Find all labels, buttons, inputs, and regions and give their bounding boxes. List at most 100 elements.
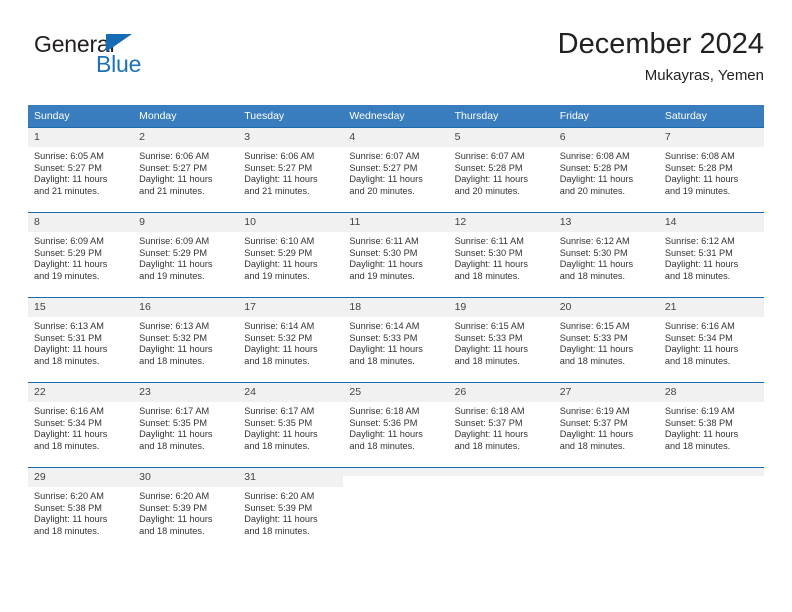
- calendar-day-cell[interactable]: 6 Sunrise: 6:08 AM Sunset: 5:28 PM Daylight…: [553, 127, 659, 213]
- day-details: Sunrise: 6:08 AM Sunset: 5:28 PM Daylight:…: [554, 147, 659, 197]
- daylight-duration-line2: and 19 minutes.: [664, 185, 731, 196]
- calendar-day-cell[interactable]: 29 Sunrise: 6:20 AM Sunset: 5:38 PM Dayligh…: [28, 467, 134, 552]
- day-details: [659, 476, 764, 480]
- sunrise-time: Sunrise: 6:14 AM: [244, 321, 315, 331]
- sunrise-time: Sunrise: 6:19 AM: [664, 406, 735, 416]
- calendar-week-row: 8 Sunrise: 6:09 AM Sunset: 5:29 PM Daylight…: [28, 212, 764, 298]
- calendar-day-cell[interactable]: 24 Sunrise: 6:17 AM Sunset: 5:35 PM Dayligh…: [238, 382, 344, 468]
- daylight-duration-line1: Daylight: 11 hours: [559, 174, 634, 185]
- daylight-duration-line1: Daylight: 11 hours: [454, 429, 528, 440]
- day-number: 20: [553, 298, 659, 317]
- day-details: Sunrise: 6:05 AM Sunset: 5:27 PM Daylight:…: [28, 147, 133, 197]
- daylight-duration-line2: and 18 minutes.: [139, 355, 205, 366]
- daylight-duration-line1: Daylight: 11 hours: [34, 259, 108, 270]
- calendar-day-cell[interactable]: 1 Sunrise: 6:05 AM Sunset: 5:27 PM Daylight…: [28, 127, 134, 213]
- day-details: Sunrise: 6:20 AM Sunset: 5:38 PM Daylight:…: [28, 487, 133, 537]
- calendar-day-cell[interactable]: 27 Sunrise: 6:19 AM Sunset: 5:37 PM Dayligh…: [553, 382, 659, 468]
- calendar-day-cell[interactable]: 9 Sunrise: 6:09 AM Sunset: 5:29 PM Daylight…: [133, 212, 239, 298]
- weekday-header-monday: Monday: [133, 105, 239, 128]
- calendar-day-cell[interactable]: 7 Sunrise: 6:08 AM Sunset: 5:28 PM Daylight…: [658, 127, 764, 213]
- sunrise-time: Sunrise: 6:20 AM: [139, 491, 210, 501]
- calendar-day-cell-empty: [658, 467, 764, 552]
- sunset-time: Sunset: 5:39 PM: [244, 502, 313, 513]
- day-details: Sunrise: 6:09 AM Sunset: 5:29 PM Daylight:…: [28, 232, 133, 282]
- calendar-day-cell[interactable]: 3 Sunrise: 6:06 AM Sunset: 5:27 PM Daylight…: [238, 127, 344, 213]
- sunset-time: Sunset: 5:36 PM: [349, 417, 418, 428]
- day-number: 31: [238, 468, 344, 487]
- calendar-day-cell[interactable]: 25 Sunrise: 6:18 AM Sunset: 5:36 PM Dayligh…: [343, 382, 449, 468]
- calendar-day-cell[interactable]: 31 Sunrise: 6:20 AM Sunset: 5:39 PM Dayligh…: [238, 467, 344, 552]
- sunrise-time: Sunrise: 6:14 AM: [349, 321, 420, 331]
- daylight-duration-line2: and 21 minutes.: [139, 185, 205, 196]
- day-number: 16: [133, 298, 239, 317]
- day-details: Sunrise: 6:10 AM Sunset: 5:29 PM Daylight:…: [238, 232, 343, 282]
- calendar-day-cell[interactable]: 28 Sunrise: 6:19 AM Sunset: 5:38 PM Dayligh…: [658, 382, 764, 468]
- calendar-day-cell[interactable]: 8 Sunrise: 6:09 AM Sunset: 5:29 PM Daylight…: [28, 212, 134, 298]
- daylight-duration-line1: Daylight: 11 hours: [244, 174, 318, 185]
- calendar-day-cell[interactable]: 11 Sunrise: 6:11 AM Sunset: 5:30 PM Dayligh…: [343, 212, 449, 298]
- day-details: Sunrise: 6:11 AM Sunset: 5:30 PM Daylight:…: [343, 232, 448, 282]
- daylight-duration-line1: Daylight: 11 hours: [139, 514, 213, 525]
- calendar-day-cell[interactable]: 20 Sunrise: 6:15 AM Sunset: 5:33 PM Dayligh…: [553, 297, 659, 383]
- day-number: 7: [658, 128, 764, 147]
- calendar-day-cell[interactable]: 30 Sunrise: 6:20 AM Sunset: 5:39 PM Dayligh…: [133, 467, 239, 552]
- daylight-duration-line2: and 18 minutes.: [34, 440, 100, 451]
- sunset-time: Sunset: 5:37 PM: [454, 417, 523, 428]
- sunset-time: Sunset: 5:37 PM: [559, 417, 628, 428]
- sunset-time: Sunset: 5:27 PM: [244, 162, 313, 173]
- sunrise-time: Sunrise: 6:15 AM: [559, 321, 630, 331]
- calendar-day-cell[interactable]: 18 Sunrise: 6:14 AM Sunset: 5:33 PM Dayligh…: [343, 297, 449, 383]
- daylight-duration-line1: Daylight: 11 hours: [664, 429, 739, 440]
- calendar-day-cell[interactable]: 2 Sunrise: 6:06 AM Sunset: 5:27 PM Daylight…: [133, 127, 239, 213]
- daylight-duration-line1: Daylight: 11 hours: [139, 259, 213, 270]
- calendar-day-cell[interactable]: 12 Sunrise: 6:11 AM Sunset: 5:30 PM Dayligh…: [448, 212, 554, 298]
- sunrise-time: Sunrise: 6:12 AM: [559, 236, 630, 246]
- calendar-day-cell[interactable]: 19 Sunrise: 6:15 AM Sunset: 5:33 PM Dayligh…: [448, 297, 554, 383]
- calendar-page: General Blue December 2024 Mukayras, Yem…: [0, 0, 792, 612]
- sunrise-time: Sunrise: 6:16 AM: [664, 321, 735, 331]
- sunset-time: Sunset: 5:34 PM: [34, 417, 102, 428]
- calendar-day-cell[interactable]: 14 Sunrise: 6:12 AM Sunset: 5:31 PM Dayligh…: [658, 212, 764, 298]
- day-details: Sunrise: 6:17 AM Sunset: 5:35 PM Daylight:…: [133, 402, 238, 452]
- calendar-day-cell[interactable]: 26 Sunrise: 6:18 AM Sunset: 5:37 PM Dayligh…: [448, 382, 554, 468]
- day-details: Sunrise: 6:07 AM Sunset: 5:28 PM Daylight:…: [449, 147, 554, 197]
- day-details: Sunrise: 6:15 AM Sunset: 5:33 PM Daylight:…: [449, 317, 554, 367]
- day-number: 29: [28, 468, 134, 487]
- daylight-duration-line1: Daylight: 11 hours: [664, 174, 739, 185]
- calendar-day-cell[interactable]: 5 Sunrise: 6:07 AM Sunset: 5:28 PM Daylight…: [448, 127, 554, 213]
- sunset-time: Sunset: 5:28 PM: [559, 162, 628, 173]
- daylight-duration-line2: and 18 minutes.: [559, 440, 626, 451]
- weekday-header-tuesday: Tuesday: [238, 105, 344, 128]
- calendar-day-cell[interactable]: 17 Sunrise: 6:14 AM Sunset: 5:32 PM Dayligh…: [238, 297, 344, 383]
- day-number: 9: [133, 213, 239, 232]
- calendar-day-cell-empty: [343, 467, 449, 552]
- daylight-duration-line1: Daylight: 11 hours: [139, 344, 213, 355]
- daylight-duration-line2: and 18 minutes.: [244, 525, 310, 536]
- day-number: 19: [448, 298, 554, 317]
- calendar-day-cell[interactable]: 15 Sunrise: 6:13 AM Sunset: 5:31 PM Dayligh…: [28, 297, 134, 383]
- daylight-duration-line2: and 18 minutes.: [244, 440, 310, 451]
- calendar-week-row: 15 Sunrise: 6:13 AM Sunset: 5:31 PM Dayligh…: [28, 297, 764, 383]
- sunrise-time: Sunrise: 6:20 AM: [244, 491, 315, 501]
- calendar-day-cell[interactable]: 16 Sunrise: 6:13 AM Sunset: 5:32 PM Dayligh…: [133, 297, 239, 383]
- daylight-duration-line1: Daylight: 11 hours: [559, 344, 634, 355]
- sunset-time: Sunset: 5:38 PM: [664, 417, 733, 428]
- day-number: 15: [28, 298, 134, 317]
- calendar-day-cell[interactable]: 22 Sunrise: 6:16 AM Sunset: 5:34 PM Dayligh…: [28, 382, 134, 468]
- calendar-day-cell[interactable]: 10 Sunrise: 6:10 AM Sunset: 5:29 PM Dayligh…: [238, 212, 344, 298]
- day-details: Sunrise: 6:13 AM Sunset: 5:32 PM Daylight:…: [133, 317, 238, 367]
- day-details: Sunrise: 6:19 AM Sunset: 5:37 PM Daylight:…: [554, 402, 659, 452]
- sunset-time: Sunset: 5:28 PM: [664, 162, 733, 173]
- calendar-day-cell[interactable]: 4 Sunrise: 6:07 AM Sunset: 5:27 PM Daylight…: [343, 127, 449, 213]
- sunset-time: Sunset: 5:32 PM: [244, 332, 313, 343]
- day-details: Sunrise: 6:17 AM Sunset: 5:35 PM Daylight:…: [238, 402, 343, 452]
- day-number: [658, 468, 764, 476]
- calendar-day-cell[interactable]: 21 Sunrise: 6:16 AM Sunset: 5:34 PM Dayligh…: [658, 297, 764, 383]
- calendar-body: 1 Sunrise: 6:05 AM Sunset: 5:27 PM Daylight…: [28, 127, 764, 552]
- sunset-time: Sunset: 5:39 PM: [139, 502, 208, 513]
- page-title: December 2024: [557, 28, 764, 60]
- calendar-day-cell[interactable]: 23 Sunrise: 6:17 AM Sunset: 5:35 PM Dayligh…: [133, 382, 239, 468]
- day-number: [553, 468, 659, 476]
- calendar-day-cell[interactable]: 13 Sunrise: 6:12 AM Sunset: 5:30 PM Dayligh…: [553, 212, 659, 298]
- day-number: 18: [343, 298, 449, 317]
